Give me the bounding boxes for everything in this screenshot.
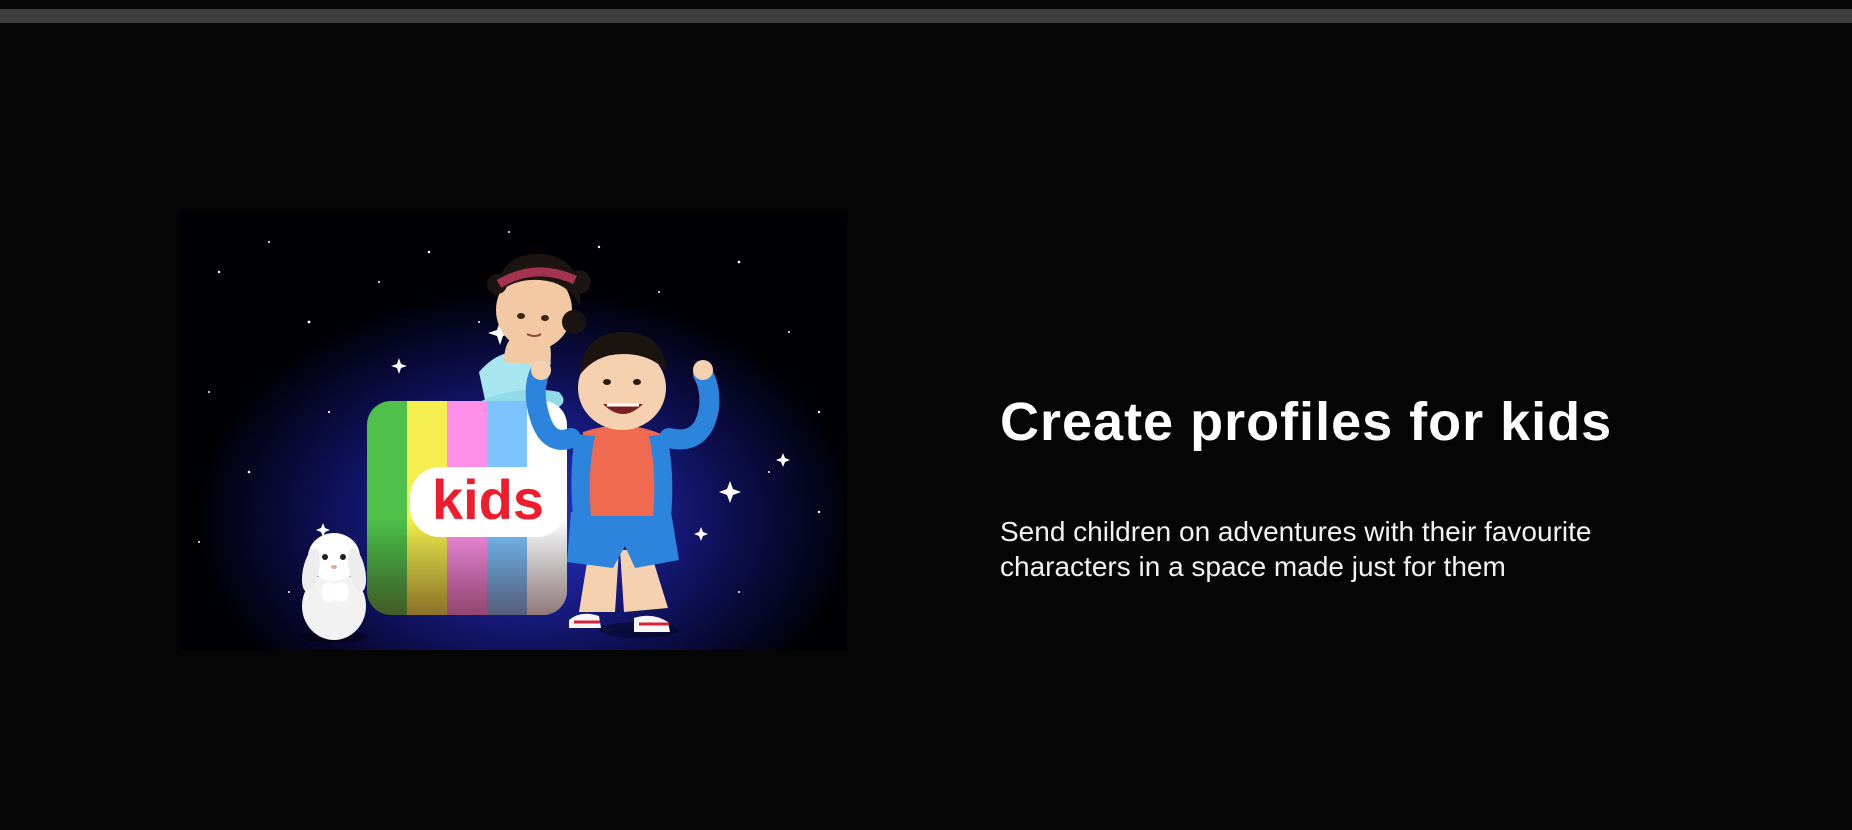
feature-description: Send children on adventures with their f… bbox=[1000, 516, 1592, 582]
kids-profile-feature: kids Create profiles for kids Send child… bbox=[0, 23, 1852, 830]
top-divider bbox=[0, 9, 1852, 23]
feature-title: Create profiles for kids bbox=[1000, 392, 1613, 452]
kids-feature-illustration: kids bbox=[179, 212, 847, 650]
bunny-character bbox=[300, 533, 368, 643]
feature-text: Create profiles for kids Send children o… bbox=[1000, 383, 1700, 584]
kids-badge-text: kids bbox=[432, 468, 544, 531]
